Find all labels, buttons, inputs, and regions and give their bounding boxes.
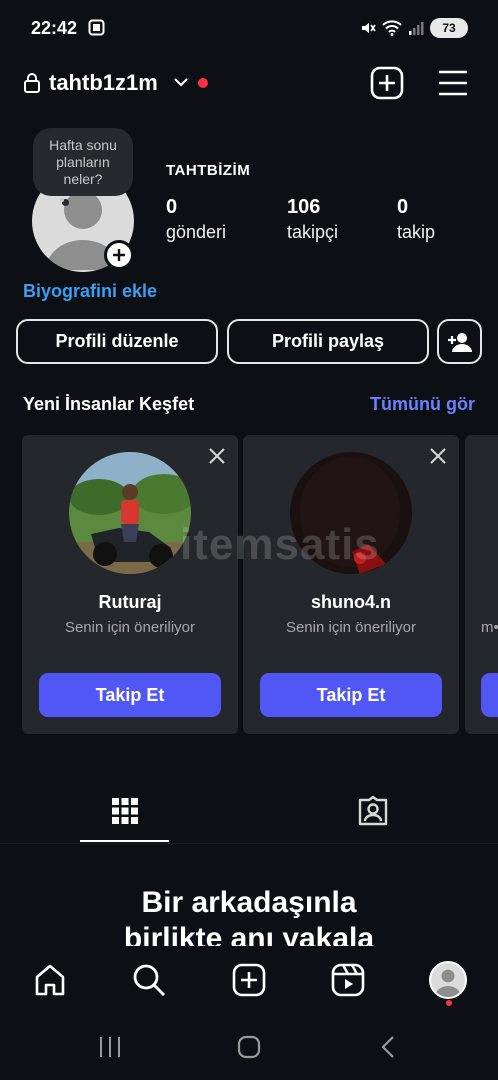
home-icon	[35, 964, 65, 996]
add-person-icon	[447, 332, 472, 352]
status-icons: 73	[360, 18, 468, 38]
add-post-icon	[232, 963, 266, 997]
suggestion-reason: Senin için öneriliyor	[64, 619, 196, 636]
edit-profile-button[interactable]: Profili düzenle	[16, 319, 218, 364]
stat-label: takip	[397, 222, 436, 242]
watermark: itemsatis	[180, 520, 380, 569]
notification-dot	[446, 1000, 452, 1006]
add-bio-link[interactable]: Biyografini ekle	[23, 281, 157, 302]
nav-search[interactable]	[129, 960, 169, 1000]
screen-record-icon	[88, 19, 105, 36]
chevron-down-icon[interactable]	[173, 76, 189, 88]
suggestion-card[interactable]: shuno4.n Senin için öneriliyor Takip Et	[243, 435, 459, 734]
stat-label: takipçi	[287, 222, 339, 242]
nav-avatar	[429, 961, 467, 999]
stat-label: gönderi	[166, 222, 227, 242]
stat-value: 0	[166, 196, 178, 218]
nav-profile[interactable]	[428, 960, 468, 1000]
nav-create[interactable]	[229, 960, 269, 1000]
stat-value: 0	[397, 196, 409, 218]
nav-home[interactable]	[30, 960, 70, 1000]
stat-following[interactable]: 0 takip	[397, 195, 435, 245]
account-switcher-username[interactable]: tahtb1z1m	[49, 70, 158, 96]
suggestion-card[interactable]: Ruturaj Senin için öneriliyor Takip Et	[22, 435, 238, 734]
status-bar: 22:42 73	[0, 0, 498, 58]
see-all-link[interactable]: Tümünü gör	[370, 394, 475, 415]
back-icon[interactable]	[378, 1035, 398, 1059]
search-icon	[133, 964, 165, 996]
suggestion-avatar[interactable]	[69, 452, 191, 574]
note-bubble[interactable]: Hafta sonu planların neler?	[33, 128, 133, 196]
follow-button[interactable]	[481, 673, 498, 717]
suggestion-card-partial[interactable]: m•	[465, 435, 498, 734]
note-text: Hafta sonu planların neler?	[49, 136, 117, 187]
grid-icon	[111, 798, 138, 824]
recent-apps-icon[interactable]	[98, 1036, 122, 1058]
system-navigation	[0, 1016, 498, 1080]
home-button-icon[interactable]	[237, 1035, 261, 1059]
follow-label: Takip Et	[95, 684, 165, 705]
lock-icon	[24, 73, 40, 93]
stat-posts[interactable]: 0 gönderi	[166, 195, 226, 245]
follow-button[interactable]: Takip Et	[39, 673, 221, 717]
discover-title: Yeni İnsanlar Keşfet	[23, 394, 195, 414]
create-icon[interactable]	[370, 66, 404, 100]
suggestion-name: Ruturaj	[98, 592, 162, 612]
display-name: TAHTBİZİM	[166, 162, 251, 179]
reels-icon	[331, 963, 365, 997]
menu-icon[interactable]	[437, 68, 469, 98]
content-tabs	[0, 782, 498, 844]
battery-level: 73	[442, 21, 456, 35]
wifi-icon	[382, 20, 402, 36]
tagged-icon	[358, 795, 388, 826]
close-icon[interactable]	[429, 447, 447, 465]
empty-state-line1: Bir arkadaşınla	[141, 886, 357, 919]
plus-icon	[113, 249, 125, 261]
mute-icon	[362, 23, 376, 33]
tab-posts[interactable]	[80, 782, 169, 842]
add-story-button[interactable]	[104, 240, 134, 270]
suggestion-reason: Senin için öneriliyor	[285, 619, 417, 636]
suggestion-reason: m•	[481, 619, 498, 636]
note-tail-dot	[60, 198, 64, 202]
notification-dot	[198, 78, 208, 88]
nav-reels[interactable]	[328, 960, 368, 1000]
follow-label: Takip Et	[316, 684, 386, 705]
share-profile-button[interactable]: Profili paylaş	[227, 319, 429, 364]
share-profile-label: Profili paylaş	[271, 331, 385, 351]
bottom-navigation	[0, 946, 498, 1016]
stat-followers[interactable]: 106 takipçi	[287, 195, 338, 245]
close-icon[interactable]	[208, 447, 226, 465]
profile-header: tahtb1z1m	[0, 60, 498, 108]
edit-profile-label: Profili düzenle	[55, 331, 179, 351]
stat-value: 106	[287, 196, 321, 218]
discover-people-button[interactable]	[437, 319, 482, 364]
follow-button[interactable]: Takip Et	[260, 673, 442, 717]
battery-indicator: 73	[430, 18, 468, 38]
status-time: 22:42	[31, 18, 78, 38]
suggestion-name: shuno4.n	[311, 592, 391, 612]
tab-tagged[interactable]	[333, 782, 413, 840]
signal-icon	[409, 22, 424, 35]
